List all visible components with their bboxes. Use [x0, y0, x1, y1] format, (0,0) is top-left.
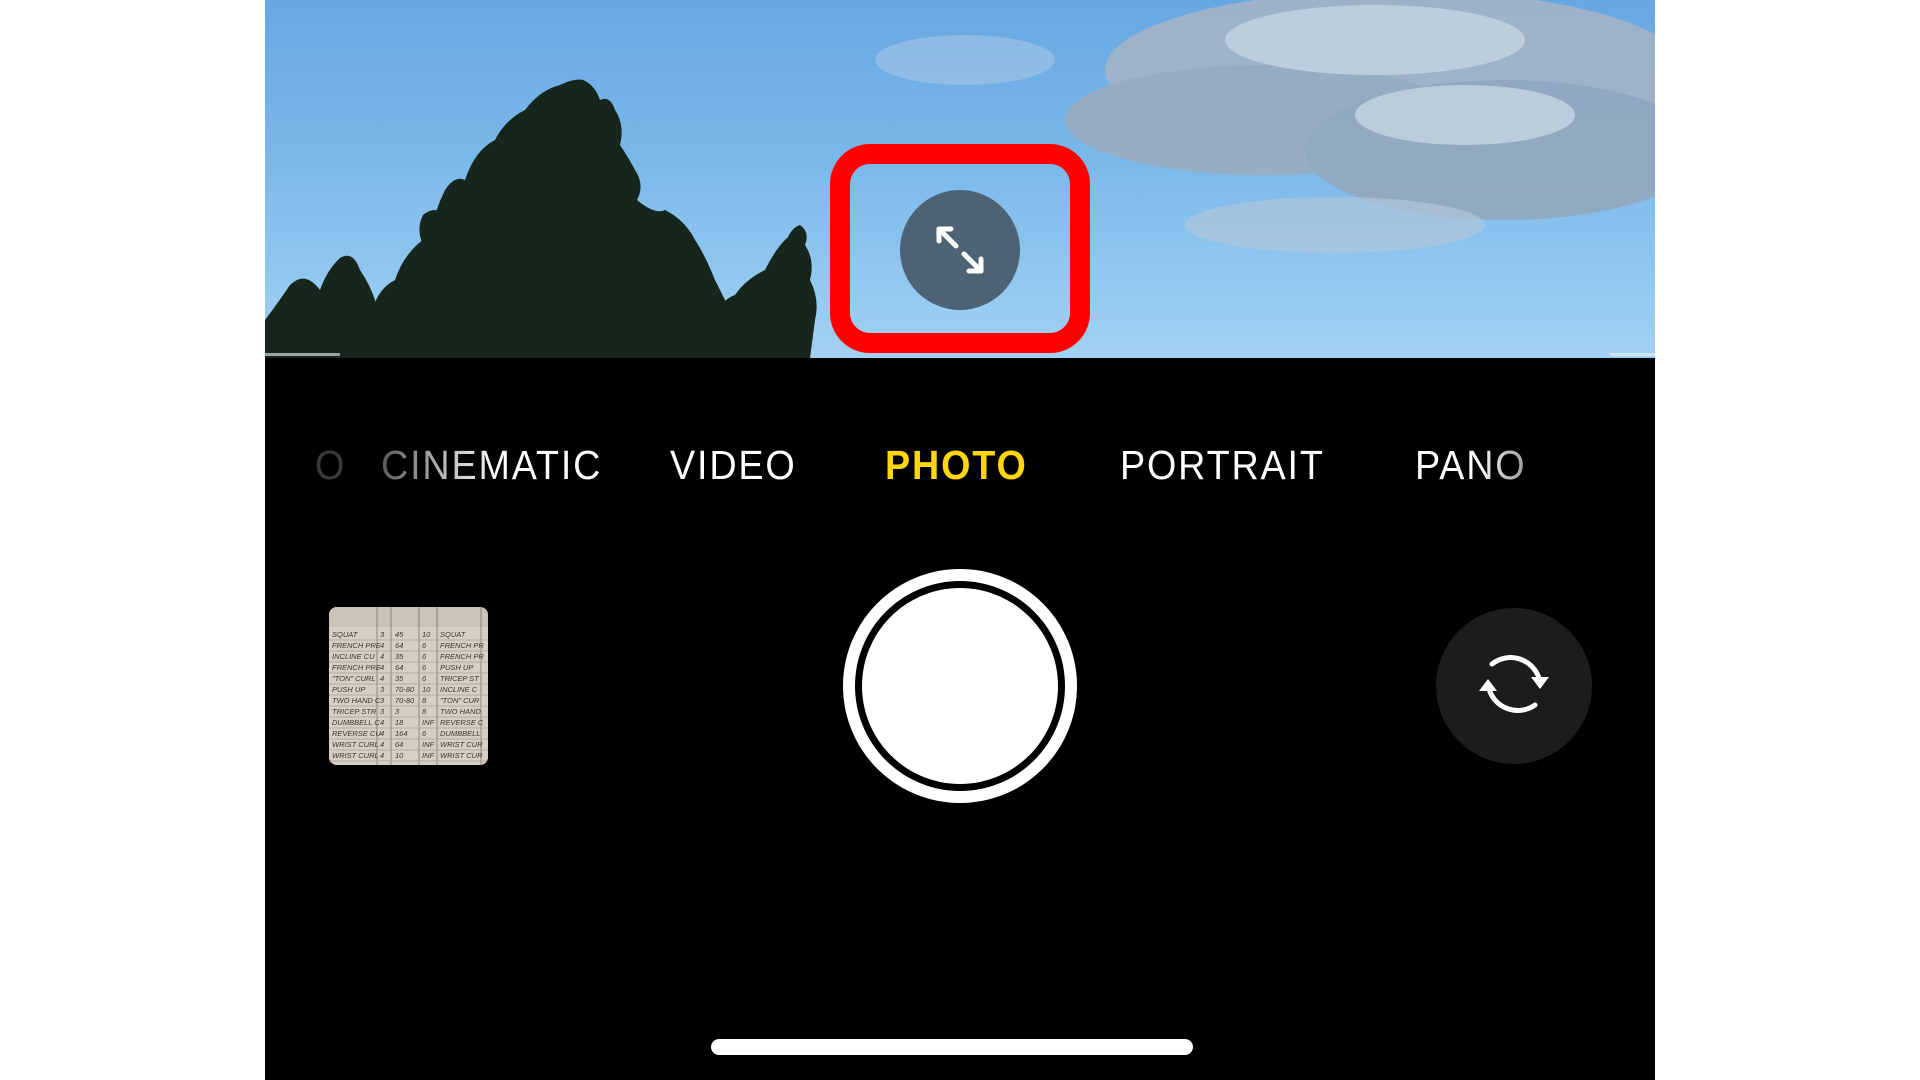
thumb-cell: FRENCH PRE	[332, 641, 382, 650]
thumb-cell: 4	[380, 718, 384, 727]
workout-log-image: SQUAT 3 45 10 SQUATFRENCH PRE 4 64 6 FRENCH PRIN…	[329, 607, 488, 765]
camera-app: O CINEMATIC VIDEO PHOTO PORTRAIT PANO SQ…	[265, 0, 1655, 1080]
thumb-cell: 4	[380, 751, 384, 760]
thumb-cell: DUMBBELL C	[332, 718, 380, 727]
thumb-cell: 4	[380, 729, 384, 738]
frame-edge-right	[1610, 353, 1655, 356]
mode-video[interactable]: VIDEO	[670, 440, 797, 490]
flip-camera-button[interactable]	[1436, 608, 1592, 764]
thumb-cell: PUSH UP	[332, 685, 365, 694]
mode-selector[interactable]: O CINEMATIC VIDEO PHOTO PORTRAIT PANO	[265, 440, 1655, 490]
thumb-cell: WRIST CUR	[440, 751, 483, 760]
thumb-cell: 45	[395, 630, 404, 639]
zoom-toggle-button[interactable]	[900, 190, 1020, 310]
thumb-cell: 64	[395, 663, 403, 672]
thumb-cell: TWO HAND C	[332, 696, 381, 705]
thumb-cell: 35	[395, 652, 404, 661]
thumb-cell: FRENCH PR	[440, 652, 484, 661]
tree-silhouettes	[265, 79, 817, 358]
thumb-cell: 4	[380, 663, 384, 672]
thumb-cell: "TON" CUR	[440, 696, 480, 705]
shutter-icon	[862, 588, 1058, 784]
thumb-cell: SQUAT	[332, 630, 359, 639]
thumb-cell: "TON" CURL	[332, 674, 376, 683]
camera-flip-icon	[1479, 655, 1549, 713]
thumb-cell: 4	[380, 641, 384, 650]
thumb-cell: INCLINE C	[440, 685, 478, 694]
thumb-cell: INF	[422, 751, 435, 760]
thumb-cell: FRENCH PR	[440, 641, 484, 650]
thumb-cell: 10	[422, 685, 431, 694]
expand-arrows-icon	[936, 226, 984, 274]
thumb-cell: WRIST CURL	[332, 751, 379, 760]
shutter-button[interactable]	[843, 569, 1077, 803]
thumb-cell: WRIST CUR	[440, 740, 483, 749]
thumb-cell: 64	[395, 740, 403, 749]
thumb-cell: PUSH UP	[440, 663, 473, 672]
last-photo-thumbnail[interactable]: SQUAT 3 45 10 SQUAT FRENCH PRE 4 64 6 FRENCH PR IN…	[329, 607, 488, 765]
thumb-cell: TRICEP ST	[440, 674, 480, 683]
thumb-cell: REVERSE CU	[332, 729, 381, 738]
frame-edge-left	[265, 353, 340, 356]
mode-photo[interactable]: PHOTO	[885, 440, 1028, 490]
thumb-cell: SQUAT	[440, 630, 467, 639]
mode-cinematic[interactable]: CINEMATIC	[381, 440, 602, 490]
mode-portrait[interactable]: PORTRAIT	[1120, 440, 1325, 490]
mode-partial[interactable]: O	[315, 440, 346, 490]
thumb-cell: DUMBBELL	[440, 729, 480, 738]
thumb-cell: FRENCH PRE	[332, 663, 382, 672]
thumb-cell: TWO HAND	[440, 707, 481, 716]
thumb-cell: 70-80	[395, 685, 415, 694]
thumb-cell: 18	[395, 718, 404, 727]
thumb-cell: 64	[395, 641, 403, 650]
thumb-cell: 4	[380, 740, 384, 749]
thumb-cell: TRICEP STR	[332, 707, 377, 716]
viewfinder[interactable]	[265, 0, 1655, 358]
thumb-cell: 70-80	[395, 696, 415, 705]
thumb-cell: 10	[422, 630, 431, 639]
thumb-cell: WRIST CURL	[332, 740, 379, 749]
thumb-cell: 164	[395, 729, 408, 738]
thumb-cell: 4	[380, 674, 384, 683]
thumb-cell: 35	[395, 674, 404, 683]
home-indicator[interactable]	[711, 1039, 1193, 1055]
thumb-cell: 10	[395, 751, 404, 760]
mode-pano[interactable]: PANO	[1415, 440, 1526, 490]
thumb-cell: INCLINE CU	[332, 652, 375, 661]
thumb-cell: REVERSE C	[440, 718, 484, 727]
thumb-cell: INF	[422, 740, 435, 749]
thumb-cell: 4	[380, 652, 384, 661]
thumb-cell: INF	[422, 718, 435, 727]
